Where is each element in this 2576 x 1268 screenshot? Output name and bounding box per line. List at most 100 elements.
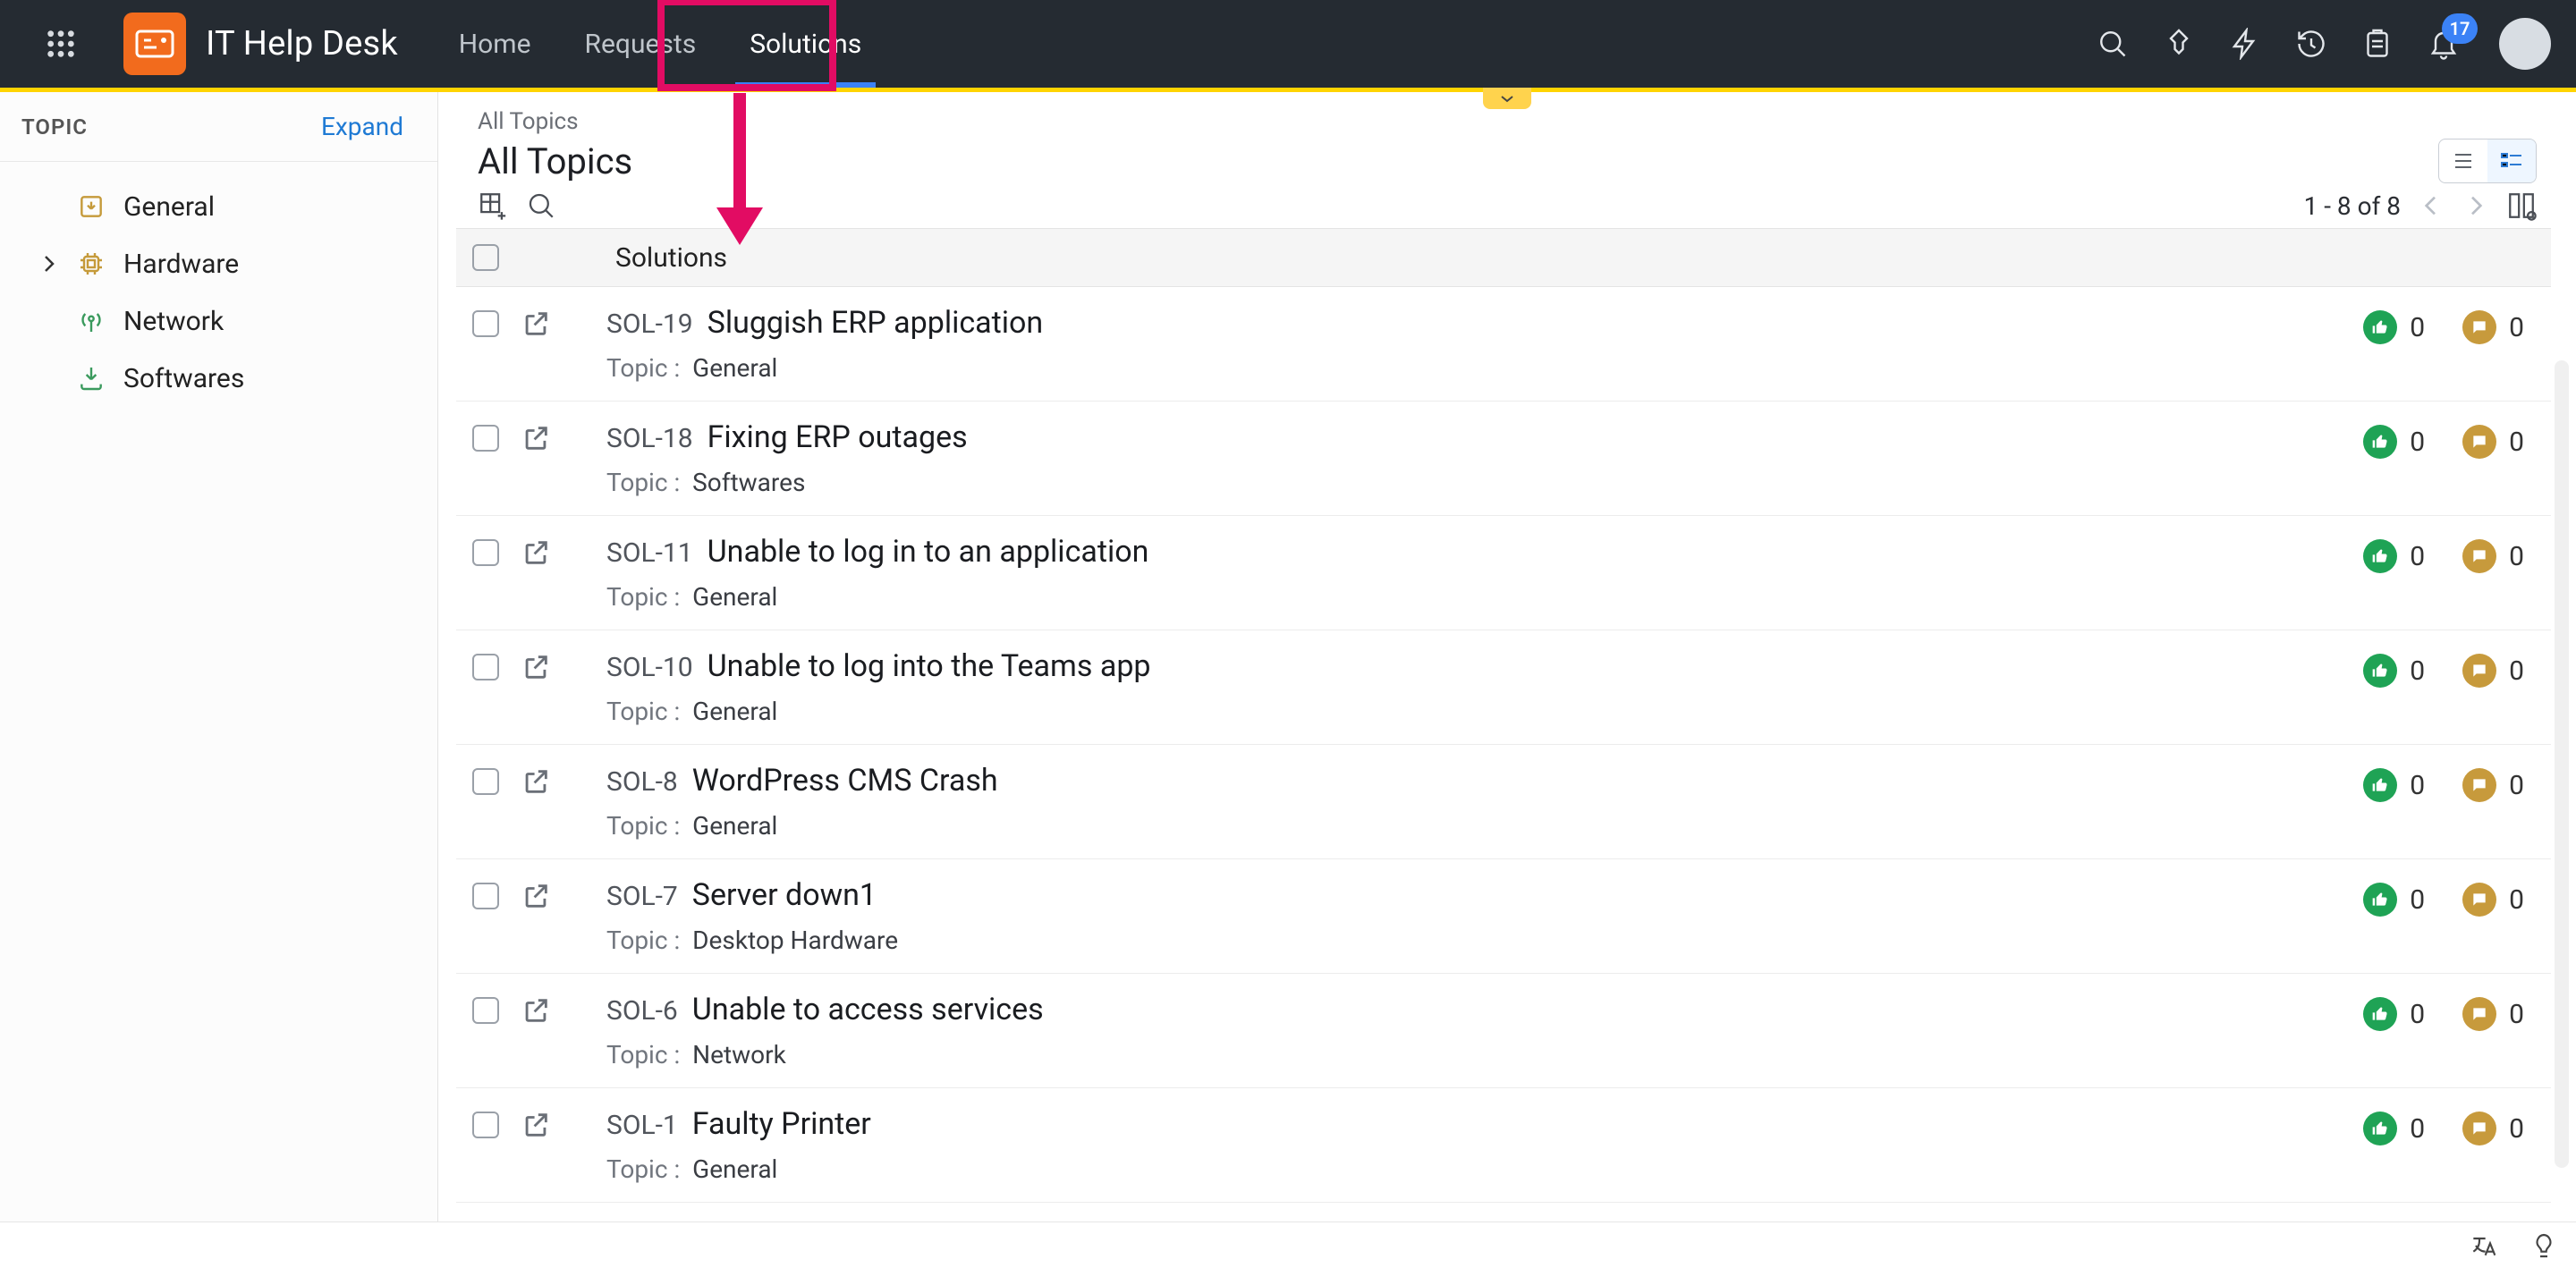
table-row[interactable]: SOL-8WordPress CMS CrashTopic : General0…	[456, 745, 2551, 859]
likes-count: 0	[2410, 770, 2425, 801]
likes-count: 0	[2410, 1113, 2425, 1145]
table-row[interactable]: SOL-7Server down1Topic : Desktop Hardwar…	[456, 859, 2551, 974]
list-view-button[interactable]	[2439, 139, 2487, 182]
lightning-icon[interactable]	[2227, 26, 2263, 62]
open-external-icon[interactable]	[521, 881, 551, 911]
comments-count: 0	[2509, 1113, 2524, 1145]
topic-value: General	[692, 353, 777, 383]
notifications-icon[interactable]: 17	[2426, 26, 2462, 62]
likes-stat[interactable]: 0	[2363, 310, 2425, 344]
topic-label: Topic :	[606, 582, 680, 612]
pin-icon[interactable]	[2161, 26, 2197, 62]
solution-title[interactable]: Server down1	[692, 877, 877, 913]
row-checkbox[interactable]	[472, 425, 499, 452]
row-checkbox[interactable]	[472, 654, 499, 680]
solution-title[interactable]: Faulty Printer	[692, 1106, 871, 1142]
table-row[interactable]: SOL-19Sluggish ERP applicationTopic : Ge…	[456, 287, 2551, 402]
solution-title[interactable]: Unable to log in to an application	[708, 534, 1149, 570]
likes-stat[interactable]: 0	[2363, 768, 2425, 802]
open-external-icon[interactable]	[521, 995, 551, 1026]
notifications-badge: 17	[2442, 13, 2478, 44]
sidebar-item-network[interactable]: Network	[30, 292, 428, 350]
comments-stat[interactable]: 0	[2462, 539, 2524, 573]
filter-search-icon[interactable]	[526, 190, 556, 221]
bulb-icon[interactable]	[2526, 1228, 2562, 1264]
row-checkbox[interactable]	[472, 1112, 499, 1138]
avatar[interactable]	[2499, 18, 2551, 70]
likes-stat[interactable]: 0	[2363, 997, 2425, 1031]
sidebar-heading: TOPIC	[21, 114, 88, 139]
topic-label: Topic :	[606, 468, 680, 497]
comment-icon	[2462, 768, 2496, 802]
table-row[interactable]: SOL-11Unable to log in to an application…	[456, 516, 2551, 630]
page-next-button[interactable]	[2462, 191, 2490, 220]
ribbon-toggle[interactable]	[1483, 88, 1531, 109]
likes-stat[interactable]: 0	[2363, 425, 2425, 459]
comments-count: 0	[2509, 884, 2524, 916]
page-prev-button[interactable]	[2417, 191, 2445, 220]
open-external-icon[interactable]	[521, 1110, 551, 1140]
top-nav: Home Requests Solutions	[432, 0, 888, 88]
topic-value: General	[692, 697, 777, 726]
table-row[interactable]: SOL-1Faulty PrinterTopic : General00	[456, 1088, 2551, 1203]
solution-title[interactable]: Sluggish ERP application	[708, 305, 1044, 341]
likes-stat[interactable]: 0	[2363, 654, 2425, 688]
row-checkbox[interactable]	[472, 997, 499, 1024]
nav-solutions[interactable]: Solutions	[723, 0, 888, 88]
thumbs-up-icon	[2363, 883, 2397, 917]
table-row[interactable]: SOL-6Unable to access servicesTopic : Ne…	[456, 974, 2551, 1088]
scrollbar[interactable]	[2555, 360, 2569, 1168]
open-external-icon[interactable]	[521, 309, 551, 339]
comments-stat[interactable]: 0	[2462, 768, 2524, 802]
open-external-icon[interactable]	[521, 652, 551, 682]
column-solutions[interactable]: Solutions	[615, 242, 727, 274]
topic-value: Network	[692, 1040, 786, 1069]
comments-stat[interactable]: 0	[2462, 1112, 2524, 1145]
comments-stat[interactable]: 0	[2462, 654, 2524, 688]
row-checkbox[interactable]	[472, 883, 499, 909]
sidebar-item-softwares[interactable]: Softwares	[30, 350, 428, 407]
topic-label: Topic :	[606, 1040, 680, 1069]
comments-stat[interactable]: 0	[2462, 883, 2524, 917]
app-header: IT Help Desk Home Requests Solutions 17	[0, 0, 2576, 88]
solution-title[interactable]: WordPress CMS Crash	[692, 763, 998, 799]
clipboard-icon[interactable]	[2360, 26, 2395, 62]
comments-stat[interactable]: 0	[2462, 310, 2524, 344]
table-row[interactable]: SOL-18Fixing ERP outagesTopic : Software…	[456, 402, 2551, 516]
solution-title[interactable]: Unable to access services	[692, 992, 1044, 1027]
search-icon[interactable]	[2095, 26, 2131, 62]
history-icon[interactable]	[2293, 26, 2329, 62]
row-checkbox[interactable]	[472, 539, 499, 566]
apps-launcher-icon[interactable]	[36, 19, 86, 69]
detail-view-button[interactable]	[2487, 139, 2536, 182]
topic-label: Topic :	[606, 811, 680, 841]
thumbs-up-icon	[2363, 310, 2397, 344]
comments-stat[interactable]: 0	[2462, 425, 2524, 459]
likes-stat[interactable]: 0	[2363, 1112, 2425, 1145]
open-external-icon[interactable]	[521, 766, 551, 797]
table-row[interactable]: SOL-10Unable to log into the Teams appTo…	[456, 630, 2551, 745]
likes-count: 0	[2410, 999, 2425, 1030]
sidebar-item-general[interactable]: General	[30, 178, 428, 235]
open-external-icon[interactable]	[521, 537, 551, 568]
comments-stat[interactable]: 0	[2462, 997, 2524, 1031]
likes-stat[interactable]: 0	[2363, 883, 2425, 917]
language-icon[interactable]	[2465, 1228, 2501, 1264]
solution-id: SOL-8	[606, 766, 678, 798]
solution-id: SOL-7	[606, 881, 678, 912]
sidebar-item-hardware[interactable]: Hardware	[30, 235, 428, 292]
likes-stat[interactable]: 0	[2363, 539, 2425, 573]
nav-requests[interactable]: Requests	[558, 0, 724, 88]
solution-title[interactable]: Unable to log into the Teams app	[708, 648, 1151, 684]
nav-home[interactable]: Home	[432, 0, 558, 88]
row-checkbox[interactable]	[472, 768, 499, 795]
expand-link[interactable]: Expand	[321, 112, 403, 141]
breadcrumb[interactable]: All Topics	[478, 108, 2537, 135]
columns-settings-icon[interactable]	[2506, 190, 2537, 221]
solution-title[interactable]: Fixing ERP outages	[708, 419, 968, 455]
open-external-icon[interactable]	[521, 423, 551, 453]
select-all-checkbox[interactable]	[472, 244, 499, 271]
row-checkbox[interactable]	[472, 310, 499, 337]
table-plus-icon[interactable]	[478, 190, 508, 221]
comments-count: 0	[2509, 427, 2524, 458]
